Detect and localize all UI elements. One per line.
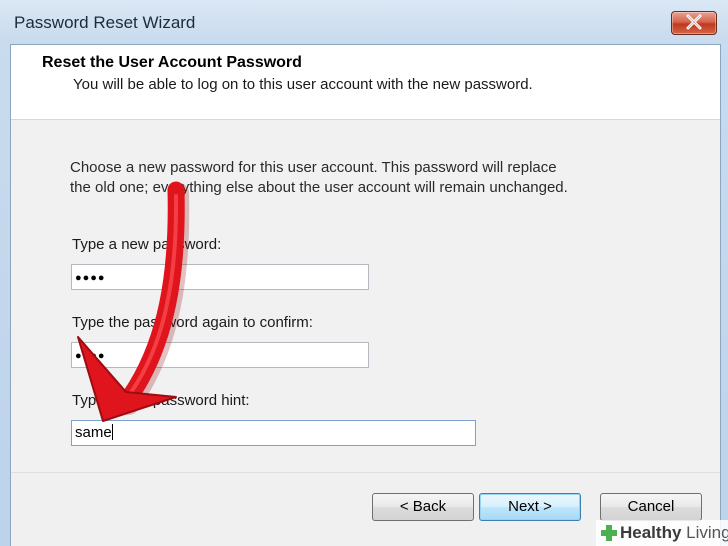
wizard-body: Choose a new password for this user acco… <box>11 120 720 472</box>
watermark-brand-bold: Healthy <box>620 523 682 542</box>
page-subtitle: You will be able to log on to this user … <box>73 76 533 93</box>
cancel-button[interactable]: Cancel <box>600 493 702 521</box>
next-button[interactable]: Next > <box>479 493 581 521</box>
medical-cross-icon <box>601 525 617 541</box>
password-hint-field[interactable]: same <box>71 420 476 446</box>
new-password-value: ●●●● <box>75 272 106 284</box>
close-button[interactable] <box>671 11 717 35</box>
wizard-client-area: Reset the User Account Password You will… <box>10 44 721 546</box>
new-password-field[interactable]: ●●●● <box>71 264 369 290</box>
wizard-header: Reset the User Account Password You will… <box>11 45 720 120</box>
password-reset-wizard-window: Password Reset Wizard Reset the User Acc… <box>0 0 728 546</box>
window-title: Password Reset Wizard <box>14 13 196 32</box>
new-password-label: Type a new password: <box>72 236 222 253</box>
back-button[interactable]: < Back <box>372 493 474 521</box>
confirm-password-label: Type the password again to confirm: <box>72 314 313 331</box>
intro-text: Choose a new password for this user acco… <box>70 158 630 198</box>
confirm-password-field[interactable]: ●●●● <box>71 342 369 368</box>
password-hint-value: same <box>75 424 112 441</box>
password-hint-label: Type a new password hint: <box>72 392 250 409</box>
intro-line-1: Choose a new password for this user acco… <box>70 159 557 176</box>
watermark-brand-light: Living <box>681 523 728 542</box>
intro-line-2: the old one; everything else about the u… <box>70 179 568 196</box>
close-icon <box>686 14 702 30</box>
title-bar[interactable]: Password Reset Wizard <box>0 0 728 44</box>
watermark-text: Healthy Living <box>620 523 728 543</box>
text-caret <box>111 424 113 440</box>
watermark: Healthy Living <box>596 520 728 546</box>
confirm-password-value: ●●●● <box>75 350 106 362</box>
page-title: Reset the User Account Password <box>42 54 302 71</box>
